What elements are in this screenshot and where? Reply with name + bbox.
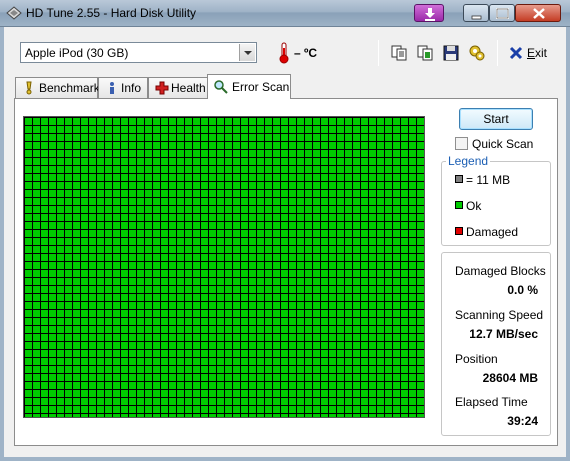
chevron-down-icon bbox=[244, 51, 252, 55]
exit-icon bbox=[509, 46, 523, 60]
dropdown-arrow-button[interactable] bbox=[239, 44, 255, 61]
quick-scan-label: Quick Scan bbox=[472, 137, 534, 151]
scanning-speed-value: 12.7 MB/sec bbox=[469, 327, 538, 341]
magnifier-icon bbox=[214, 80, 228, 94]
maximize-button[interactable] bbox=[489, 4, 515, 22]
legend-ok-label: Ok bbox=[466, 199, 482, 213]
title-bar[interactable]: HD Tune 2.55 - Hard Disk Utility bbox=[0, 0, 570, 27]
elapsed-time-value: 39:24 bbox=[507, 414, 538, 428]
scan-block-map bbox=[23, 116, 425, 418]
drive-select-value: Apple iPod (30 GB) bbox=[25, 46, 129, 60]
checkbox-box[interactable] bbox=[455, 137, 468, 150]
special-download-button[interactable] bbox=[414, 4, 444, 22]
tab-health[interactable]: Health bbox=[148, 77, 208, 98]
health-icon bbox=[155, 81, 169, 95]
position-label: Position bbox=[455, 352, 498, 366]
thermometer-icon bbox=[279, 42, 289, 64]
legend-damaged-swatch bbox=[455, 227, 463, 235]
legend-title: Legend bbox=[446, 154, 491, 168]
info-icon bbox=[110, 82, 114, 94]
tab-benchmark-label: Benchmark bbox=[39, 81, 100, 95]
legend-damaged-label: Damaged bbox=[466, 225, 519, 239]
hd-tune-app-icon bbox=[6, 6, 22, 20]
tab-health-label: Health bbox=[171, 81, 206, 95]
save-icon[interactable] bbox=[442, 44, 460, 62]
close-icon bbox=[533, 8, 545, 19]
toolbar-separator bbox=[378, 40, 379, 66]
tab-info-label: Info bbox=[121, 81, 142, 95]
legend-block-size-swatch bbox=[455, 175, 463, 183]
tab-benchmark[interactable]: Benchmark bbox=[15, 77, 100, 98]
drive-select[interactable]: Apple iPod (30 GB) bbox=[20, 42, 257, 63]
options-icon[interactable] bbox=[468, 44, 486, 62]
window-title: HD Tune 2.55 - Hard Disk Utility bbox=[26, 6, 197, 20]
elapsed-time-label: Elapsed Time bbox=[455, 395, 528, 409]
position-value: 28604 MB bbox=[482, 371, 538, 385]
minimize-icon bbox=[471, 15, 482, 20]
tab-error-scan[interactable]: Error Scan bbox=[207, 74, 291, 99]
benchmark-icon bbox=[26, 81, 32, 95]
damaged-blocks-label: Damaged Blocks bbox=[455, 264, 546, 278]
copy-image-icon[interactable] bbox=[416, 44, 434, 62]
damaged-blocks-value: 0.0 % bbox=[507, 283, 538, 297]
start-button[interactable]: Start bbox=[459, 108, 533, 130]
legend-ok-swatch bbox=[455, 201, 463, 209]
maximize-icon bbox=[496, 8, 509, 19]
copy-text-icon[interactable] bbox=[390, 44, 408, 62]
temperature-readout: – ºC bbox=[294, 46, 318, 60]
minimize-button[interactable] bbox=[463, 4, 489, 22]
exit-label-mnemonic: E bbox=[527, 46, 536, 60]
tab-error-scan-label: Error Scan bbox=[232, 80, 290, 94]
scanning-speed-label: Scanning Speed bbox=[455, 308, 544, 322]
close-button[interactable] bbox=[515, 4, 561, 22]
legend-block-size-label: = 11 MB bbox=[466, 173, 511, 187]
exit-label: xit bbox=[535, 46, 548, 60]
toolbar-separator bbox=[497, 40, 498, 66]
down-arrow-icon bbox=[425, 8, 435, 21]
tab-info[interactable]: Info bbox=[98, 77, 148, 98]
